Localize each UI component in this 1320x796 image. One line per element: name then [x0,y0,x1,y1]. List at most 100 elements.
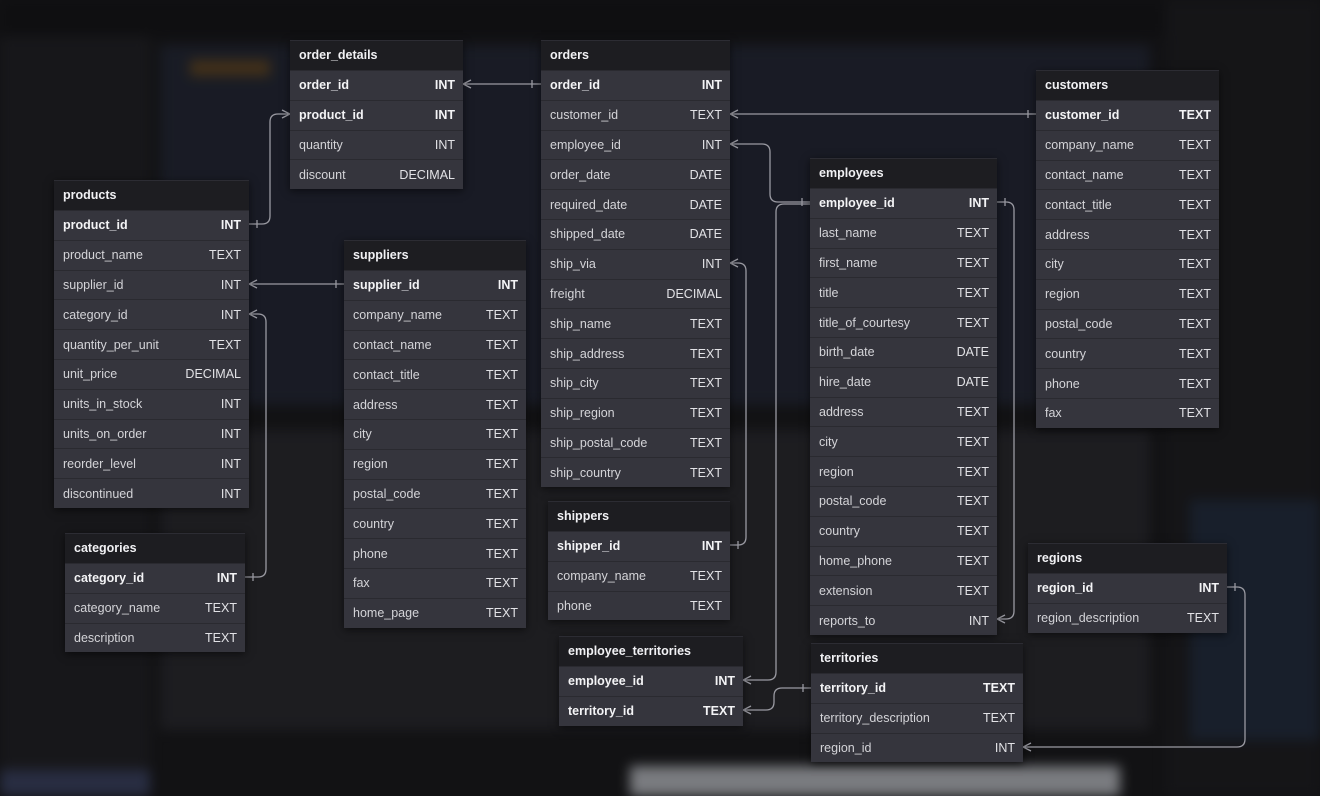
column-row[interactable]: contact_name TEXT [344,329,526,360]
column-row[interactable]: country TEXT [344,508,526,538]
column-row[interactable]: product_id INT [290,99,463,130]
column-row[interactable]: reports_to INT [810,605,997,635]
table-orders[interactable]: orders order_id INT customer_id TEXT employee… [541,40,730,488]
column-row[interactable]: territory_id TEXT [559,695,743,726]
column-row[interactable]: ship_city TEXT [541,367,730,398]
column-row[interactable]: employee_id INT [810,188,997,218]
table-territories[interactable]: territories territory_id TEXT territory_des… [811,643,1023,763]
column-row[interactable]: product_id INT [54,210,249,240]
column-row[interactable]: quantity_per_unit TEXT [54,329,249,359]
table-title[interactable]: orders [541,40,730,70]
column-row[interactable]: ship_country TEXT [541,457,730,487]
table-title[interactable]: products [54,180,249,210]
column-row[interactable]: employee_id INT [541,129,730,160]
column-row[interactable]: city TEXT [810,426,997,456]
column-row[interactable]: phone TEXT [344,538,526,568]
table-categories[interactable]: categories category_id INT category_name TEX… [65,533,245,653]
column-row[interactable]: address TEXT [1036,219,1219,249]
column-row[interactable]: first_name TEXT [810,247,997,278]
column-row[interactable]: ship_via INT [541,248,730,279]
table-shippers[interactable]: shippers shipper_id INT company_name TEXT pho… [548,501,730,621]
column-row[interactable]: order_id INT [541,70,730,100]
column-row[interactable]: last_name TEXT [810,217,997,248]
column-row[interactable]: shipped_date DATE [541,218,730,249]
column-row[interactable]: ship_postal_code TEXT [541,427,730,458]
column-row[interactable]: discount DECIMAL [290,159,463,189]
table-employees[interactable]: employees employee_id INT last_name TEXT firs… [810,158,997,635]
column-row[interactable]: region TEXT [810,456,997,486]
table-title[interactable]: territories [811,643,1023,673]
table-title[interactable]: categories [65,533,245,563]
table-title[interactable]: shippers [548,501,730,531]
table-title[interactable]: order_details [290,40,463,70]
column-row[interactable]: quantity INT [290,129,463,160]
column-row[interactable]: ship_name TEXT [541,308,730,338]
column-row[interactable]: city TEXT [1036,248,1219,279]
table-products[interactable]: products product_id INT product_name TEXT sup… [54,180,249,508]
table-suppliers[interactable]: suppliers supplier_id INT company_name TEXT c… [344,240,526,628]
column-row[interactable]: contact_title TEXT [1036,189,1219,219]
column-row[interactable]: postal_code TEXT [344,478,526,509]
column-row[interactable]: description TEXT [65,622,245,653]
column-row[interactable]: territory_description TEXT [811,702,1023,733]
column-row[interactable]: territory_id TEXT [811,673,1023,703]
column-row[interactable]: phone TEXT [548,590,730,621]
column-row[interactable]: freight DECIMAL [541,278,730,309]
column-row[interactable]: extension TEXT [810,575,997,605]
column-row[interactable]: country TEXT [1036,338,1219,368]
column-row[interactable]: customer_id TEXT [541,99,730,130]
column-row[interactable]: supplier_id INT [54,269,249,300]
column-row[interactable]: company_name TEXT [344,299,526,330]
column-row[interactable]: region TEXT [1036,278,1219,309]
column-row[interactable]: country TEXT [810,515,997,546]
column-row[interactable]: title_of_courtesy TEXT [810,307,997,337]
table-regions[interactable]: regions region_id INT region_description TEX… [1028,543,1227,633]
column-row[interactable]: phone TEXT [1036,368,1219,398]
table-customers[interactable]: customers customer_id TEXT company_name TEXT… [1036,70,1219,428]
column-row[interactable]: order_id INT [290,70,463,100]
column-row[interactable]: required_date DATE [541,189,730,219]
column-row[interactable]: company_name TEXT [548,560,730,591]
column-row[interactable]: customer_id TEXT [1036,100,1219,130]
table-title[interactable]: regions [1028,543,1227,573]
column-row[interactable]: contact_name TEXT [1036,159,1219,190]
column-row[interactable]: employee_id INT [559,666,743,696]
column-row[interactable]: order_date DATE [541,159,730,189]
column-row[interactable]: unit_price DECIMAL [54,358,249,389]
table-title[interactable]: suppliers [344,240,526,270]
column-row[interactable]: fax TEXT [1036,397,1219,428]
column-row[interactable]: region_description TEXT [1028,602,1227,633]
column-row[interactable]: home_phone TEXT [810,545,997,576]
column-row[interactable]: title TEXT [810,277,997,307]
column-row[interactable]: address TEXT [344,389,526,419]
column-row[interactable]: region_id INT [811,732,1023,763]
column-row[interactable]: category_name TEXT [65,592,245,623]
column-row[interactable]: fax TEXT [344,567,526,598]
column-row[interactable]: city TEXT [344,418,526,449]
column-row[interactable]: units_in_stock INT [54,388,249,419]
column-row[interactable]: discontinued INT [54,478,249,508]
column-row[interactable]: home_page TEXT [344,597,526,628]
table-order-details[interactable]: order_details order_id INT product_id INT qua… [290,40,463,190]
column-row[interactable]: address TEXT [810,396,997,427]
table-title[interactable]: employees [810,158,997,188]
column-row[interactable]: category_id INT [65,563,245,593]
column-row[interactable]: birth_date DATE [810,336,997,367]
column-row[interactable]: ship_region TEXT [541,397,730,428]
column-row[interactable]: reorder_level INT [54,448,249,478]
table-employee-territories[interactable]: employee_territories employee_id INT territ… [559,636,743,726]
column-row[interactable]: company_name TEXT [1036,129,1219,160]
column-row[interactable]: product_name TEXT [54,239,249,270]
column-row[interactable]: units_on_order INT [54,418,249,449]
column-row[interactable]: region TEXT [344,448,526,479]
column-row[interactable]: supplier_id INT [344,270,526,300]
column-row[interactable]: contact_title TEXT [344,359,526,389]
column-row[interactable]: ship_address TEXT [541,338,730,368]
column-row[interactable]: hire_date DATE [810,366,997,397]
column-row[interactable]: category_id INT [54,299,249,329]
column-row[interactable]: shipper_id INT [548,531,730,561]
table-title[interactable]: employee_territories [559,636,743,666]
column-row[interactable]: region_id INT [1028,573,1227,603]
table-title[interactable]: customers [1036,70,1219,100]
column-row[interactable]: postal_code TEXT [1036,308,1219,339]
